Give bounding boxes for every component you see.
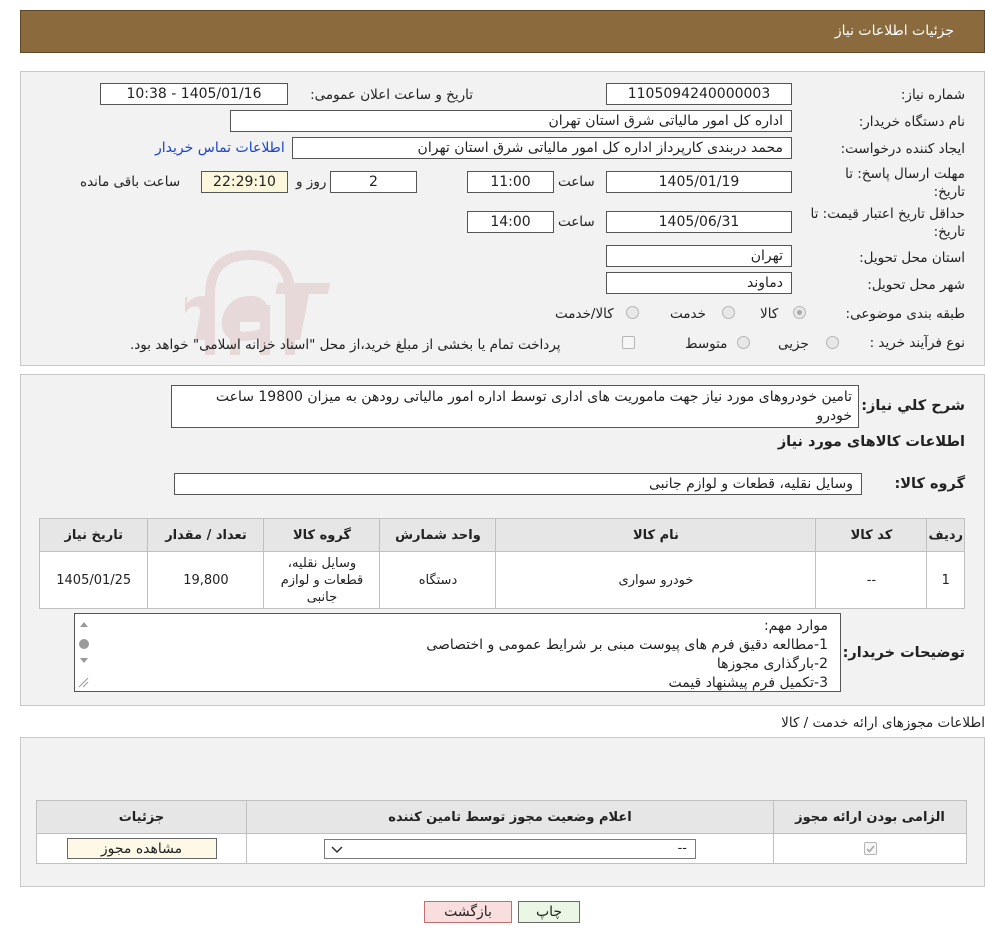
checkmark-icon [865, 845, 875, 853]
col-code: کد کالا [815, 518, 928, 552]
summary-textarea[interactable]: تامین خودروهای مورد نیاز جهت ماموریت های… [171, 385, 859, 428]
category-radio-goods-service[interactable] [626, 306, 639, 319]
category-label: طبقه بندی موضوعی: [845, 306, 965, 322]
need-number-label: شماره نیاز: [900, 87, 965, 103]
cell-unit: دستگاه [379, 551, 497, 609]
buyer-contact-link[interactable]: اطلاعات تماس خریدار [155, 140, 285, 156]
buyer-label: نام دستگاه خریدار: [858, 114, 965, 130]
note-line: 2-بارگذاری مجوزها [716, 656, 828, 672]
treasury-checkbox[interactable] [622, 336, 635, 349]
cell-date: 1405/01/25 [38, 551, 149, 609]
note-line: موارد مهم: [763, 618, 828, 634]
deadline-date-field: 1405/01/19 [606, 171, 792, 193]
validity-time-field: 14:00 [467, 211, 554, 233]
goods-info-title: اطلاعات کالاهای مورد نیاز [777, 434, 965, 450]
note-line: 1-مطالعه دقیق فرم های پیوست مبنی بر شرای… [426, 637, 828, 653]
announce-date-label: تاریخ و ساعت اعلان عمومی: [310, 87, 473, 103]
goods-table-header: ردیف کد کالا نام کالا واحد شمارش گروه کا… [38, 518, 965, 552]
col-row: ردیف [926, 518, 965, 552]
validity-date-field: 1405/06/31 [606, 211, 792, 233]
back-button[interactable]: بازگشت [424, 901, 512, 923]
table-row: -- مشاهده مجوز [36, 833, 967, 864]
cell-qty: 19,800 [147, 551, 265, 609]
col-group: گروه کالا [263, 518, 381, 552]
category-radio-goods[interactable] [793, 306, 806, 319]
permits-table: الزامی بودن ارائه مجوز اعلام وضعیت مجوز … [36, 800, 967, 864]
category-radio-service[interactable] [722, 306, 735, 319]
deadline-time-label: ساعت [558, 174, 595, 190]
process-radio-minor[interactable] [826, 336, 839, 349]
announce-date-field: 1405/01/16 - 10:38 [100, 83, 288, 105]
deadline-label-2: تاریخ: [933, 184, 965, 200]
col-unit: واحد شمارش [379, 518, 497, 552]
process-radio-medium[interactable] [737, 336, 750, 349]
cell-permit-required [773, 833, 967, 864]
process-option-minor: جزیی [778, 336, 809, 352]
cell-permit-details: مشاهده مجوز [36, 833, 247, 864]
col-permit-details: جزئیات [36, 800, 247, 834]
category-option-service: خدمت [670, 306, 706, 322]
province-label: استان محل تحویل: [859, 250, 965, 266]
col-name: نام کالا [495, 518, 817, 552]
buyer-notes-textarea[interactable]: موارد مهم: 1-مطالعه دقیق فرم های پیوست م… [74, 613, 841, 692]
process-label: نوع فرآیند خرید : [869, 335, 965, 351]
days-label: روز و [296, 174, 327, 190]
page-header: جزئیات اطلاعات نیاز [20, 10, 985, 53]
scrollbar-arrows-icon [78, 622, 89, 688]
category-option-goods-service: کالا/خدمت [555, 306, 614, 322]
cell-group: وسایل نقلیه، قطعات و لوازم جانبی [263, 551, 381, 609]
city-field: دماوند [606, 272, 792, 294]
view-permit-button[interactable]: مشاهده مجوز [66, 838, 217, 859]
cell-row: 1 [926, 551, 965, 609]
cell-name: خودرو سواری [495, 551, 817, 609]
chevron-down-icon [331, 845, 343, 853]
print-button[interactable]: چاپ [518, 901, 580, 923]
note-line: 3-تکمیل فرم پیشنهاد قیمت [668, 675, 828, 691]
cell-code: -- [815, 551, 928, 609]
col-permit-status: اعلام وضعیت مجوز توسط تامین کننده [246, 800, 774, 834]
province-field: تهران [606, 245, 792, 267]
creator-field: محمد دربندی کارپرداز اداره کل امور مالیا… [292, 137, 792, 159]
goods-group-label: گروه کالا: [894, 476, 965, 492]
permit-status-select[interactable]: -- [324, 838, 696, 859]
goods-group-field: وسایل نقلیه، قطعات و لوازم جانبی [174, 473, 862, 495]
remaining-time-field: 22:29:10 [201, 171, 288, 193]
category-option-goods: کالا [760, 306, 779, 322]
validity-label-2: تاریخ: [933, 224, 965, 240]
permits-title: اطلاعات مجوزهای ارائه خدمت / کالا [781, 715, 985, 731]
city-label: شهر محل تحویل: [867, 277, 965, 293]
validity-time-label: ساعت [558, 214, 595, 230]
permits-table-header: الزامی بودن ارائه مجوز اعلام وضعیت مجوز … [36, 800, 967, 834]
permit-status-value: -- [677, 840, 687, 856]
goods-table: ردیف کد کالا نام کالا واحد شمارش گروه کا… [38, 518, 965, 609]
buyer-field: اداره کل امور مالیاتی شرق استان تهران [230, 110, 792, 132]
buyer-notes-label: توضیحات خریدار: [842, 645, 965, 661]
days-field: 2 [330, 171, 417, 193]
deadline-time-field: 11:00 [467, 171, 554, 193]
col-permit-required: الزامی بودن ارائه مجوز [773, 800, 967, 834]
need-number-field: 1105094240000003 [606, 83, 792, 105]
page-title: جزئیات اطلاعات نیاز [834, 23, 954, 39]
creator-label: ایجاد کننده درخواست: [840, 141, 965, 157]
remaining-label: ساعت باقی مانده [80, 174, 181, 190]
col-date: تاریخ نیاز [38, 518, 149, 552]
summary-label: شرح کلي نياز: [861, 398, 965, 414]
permit-required-checkbox [863, 842, 877, 855]
cell-permit-status: -- [246, 833, 774, 864]
table-row: 1 -- خودرو سواری دستگاه وسایل نقلیه، قطع… [38, 551, 965, 609]
deadline-label: مهلت ارسال پاسخ: تا [845, 166, 965, 182]
notes-scrollbar[interactable] [76, 615, 92, 690]
process-option-medium: متوسط [685, 336, 728, 352]
treasury-note: پرداخت تمام یا بخشی از مبلغ خرید،از محل … [130, 337, 561, 353]
col-qty: تعداد / مقدار [147, 518, 265, 552]
validity-label: حداقل تاریخ اعتبار قیمت: تا [810, 206, 965, 222]
